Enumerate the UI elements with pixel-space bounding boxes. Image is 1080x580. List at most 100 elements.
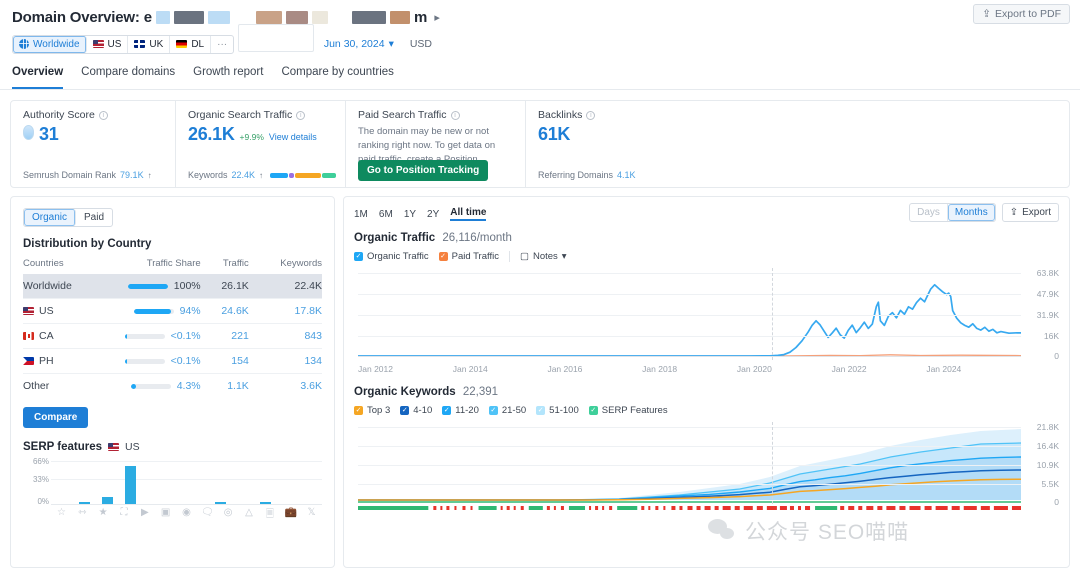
- serp-bar[interactable]: [209, 460, 232, 504]
- geo-uk[interactable]: UK: [128, 36, 170, 53]
- legend-51-100[interactable]: ✓ 51-100: [536, 405, 579, 416]
- date-selector[interactable]: Jun 30, 2024 ▾: [324, 38, 394, 50]
- domain-rank-value[interactable]: 79.1K: [120, 170, 144, 180]
- organic-traffic-chart[interactable]: 63.8K 47.9K 31.9K 16K 0: [354, 268, 1059, 360]
- serp-bar[interactable]: [164, 460, 187, 504]
- row-traffic[interactable]: 154: [201, 349, 249, 374]
- serp-bar[interactable]: [74, 460, 97, 504]
- table-row[interactable]: PH <0.1% 154 134: [23, 349, 322, 374]
- geo-de-label: DL: [191, 39, 204, 50]
- faq-icon[interactable]: 🗨: [197, 507, 218, 524]
- serp-bar[interactable]: [232, 460, 255, 504]
- sitelinks-icon[interactable]: ⇿: [72, 507, 93, 524]
- export-to-pdf-button[interactable]: ⇪ Export to PDF: [973, 4, 1070, 24]
- toggle-paid[interactable]: Paid: [76, 209, 112, 226]
- keywords-value[interactable]: 22.4K: [232, 170, 256, 180]
- row-traffic[interactable]: 1.1K: [201, 374, 249, 399]
- range-1y[interactable]: 1Y: [404, 209, 416, 220]
- row-keywords[interactable]: 843: [249, 324, 322, 349]
- twitter-icon[interactable]: 𝕏: [301, 507, 322, 524]
- granularity-days[interactable]: Days: [910, 204, 948, 221]
- row-traffic[interactable]: 24.6K: [201, 299, 249, 324]
- local-pack-icon[interactable]: ◎: [218, 507, 239, 524]
- serp-bar[interactable]: [51, 460, 74, 504]
- redacted-block: [156, 11, 170, 24]
- compare-button[interactable]: Compare: [23, 407, 88, 428]
- legend-serp-features[interactable]: ✓ SERP Features: [589, 405, 668, 416]
- go-to-position-tracking-button[interactable]: Go to Position Tracking: [358, 160, 488, 181]
- legend-organic-traffic[interactable]: ✓ Organic Traffic: [354, 251, 429, 262]
- open-dropdown-overlay[interactable]: [238, 24, 314, 52]
- row-share: 4.3%: [109, 374, 201, 399]
- geo-selector[interactable]: Worldwide US UK DL ···: [12, 35, 234, 54]
- geo-worldwide[interactable]: Worldwide: [13, 36, 87, 53]
- geo-more-button[interactable]: ···: [211, 36, 233, 53]
- range-1m[interactable]: 1M: [354, 209, 368, 220]
- referring-domains-value[interactable]: 4.1K: [617, 170, 636, 180]
- info-icon[interactable]: i: [99, 111, 108, 120]
- y-tick: 0: [1054, 351, 1059, 361]
- serp-y-tick: 0%: [37, 497, 49, 506]
- view-details-link[interactable]: View details: [269, 132, 317, 142]
- tab-compare-domains[interactable]: Compare domains: [81, 66, 175, 89]
- organic-keywords-chart[interactable]: 21.8K 16.4K 10.9K 5.5K 0: [354, 422, 1059, 504]
- serp-bar[interactable]: [277, 460, 300, 504]
- organic-paid-toggle[interactable]: Organic Paid: [23, 208, 113, 227]
- reviews-icon[interactable]: ★: [93, 507, 114, 524]
- checkbox-checked-icon: ✓: [439, 252, 448, 261]
- col-traffic: Traffic: [201, 258, 249, 274]
- notes-dropdown[interactable]: ▢ Notes ▾: [520, 251, 567, 262]
- knowledge-panel-icon[interactable]: △: [239, 507, 260, 524]
- tab-overview[interactable]: Overview: [12, 66, 63, 89]
- jobs-icon[interactable]: 💼: [280, 507, 301, 524]
- toggle-organic[interactable]: Organic: [24, 209, 76, 226]
- table-row[interactable]: CA <0.1% 221 843: [23, 324, 322, 349]
- domain-rank-label: Semrush Domain Rank: [23, 170, 116, 180]
- granularity-months[interactable]: Months: [948, 204, 995, 221]
- serp-bar[interactable]: [119, 460, 142, 504]
- country-label: PH: [39, 355, 54, 367]
- row-keywords[interactable]: 134: [249, 349, 322, 374]
- video-icon[interactable]: ▶: [134, 507, 155, 524]
- legend-4-10[interactable]: ✓ 4-10: [400, 405, 432, 416]
- legend-paid-traffic[interactable]: ✓ Paid Traffic: [439, 251, 499, 262]
- x-tick: Jan 2022: [832, 364, 927, 374]
- legend-top3[interactable]: ✓ Top 3: [354, 405, 390, 416]
- info-icon[interactable]: i: [296, 111, 305, 120]
- serp-bar[interactable]: [254, 460, 277, 504]
- info-icon[interactable]: i: [451, 111, 460, 120]
- range-2y[interactable]: 2Y: [427, 209, 439, 220]
- row-traffic[interactable]: 221: [201, 324, 249, 349]
- serp-bar[interactable]: [141, 460, 164, 504]
- chevron-down-icon: ▾: [562, 251, 567, 262]
- y-tick: 47.9K: [1037, 289, 1059, 299]
- tab-growth-report[interactable]: Growth report: [193, 66, 263, 89]
- table-row[interactable]: US 94% 24.6K 17.8K: [23, 299, 322, 324]
- export-button[interactable]: ⇪ Export: [1002, 203, 1059, 222]
- legend-11-20[interactable]: ✓ 11-20: [442, 405, 479, 416]
- instant-answer-icon[interactable]: ◉: [176, 507, 197, 524]
- featured-snippet-icon[interactable]: ☆: [51, 507, 72, 524]
- image-pack-icon[interactable]: ⛶: [114, 507, 135, 524]
- range-all-time[interactable]: All time: [450, 207, 486, 221]
- serp-bar[interactable]: [96, 460, 119, 504]
- tab-compare-by-countries[interactable]: Compare by countries: [281, 66, 394, 89]
- row-keywords[interactable]: 3.6K: [249, 374, 322, 399]
- related-questions-icon[interactable]: 🗏: [259, 507, 280, 524]
- table-row[interactable]: Other 4.3% 1.1K 3.6K: [23, 374, 322, 399]
- range-6m[interactable]: 6M: [379, 209, 393, 220]
- row-keywords[interactable]: 17.8K: [249, 299, 322, 324]
- serp-bar[interactable]: [186, 460, 209, 504]
- table-row[interactable]: Worldwide 100% 26.1K 22.4K: [23, 274, 322, 299]
- info-icon[interactable]: i: [586, 111, 595, 120]
- granularity-toggle[interactable]: Days Months: [909, 203, 996, 222]
- serp-bar[interactable]: [299, 460, 322, 504]
- algorithm-update-strip[interactable]: [358, 504, 1021, 512]
- legend-21-50[interactable]: ✓ 21-50: [489, 405, 526, 416]
- video-carousel-icon[interactable]: ▣: [155, 507, 176, 524]
- geo-de[interactable]: DL: [170, 36, 211, 53]
- external-link-icon[interactable]: ▸: [434, 11, 440, 24]
- referring-domains-label: Referring Domains: [538, 170, 613, 180]
- legend-label: Paid Traffic: [452, 251, 499, 262]
- geo-us[interactable]: US: [87, 36, 129, 53]
